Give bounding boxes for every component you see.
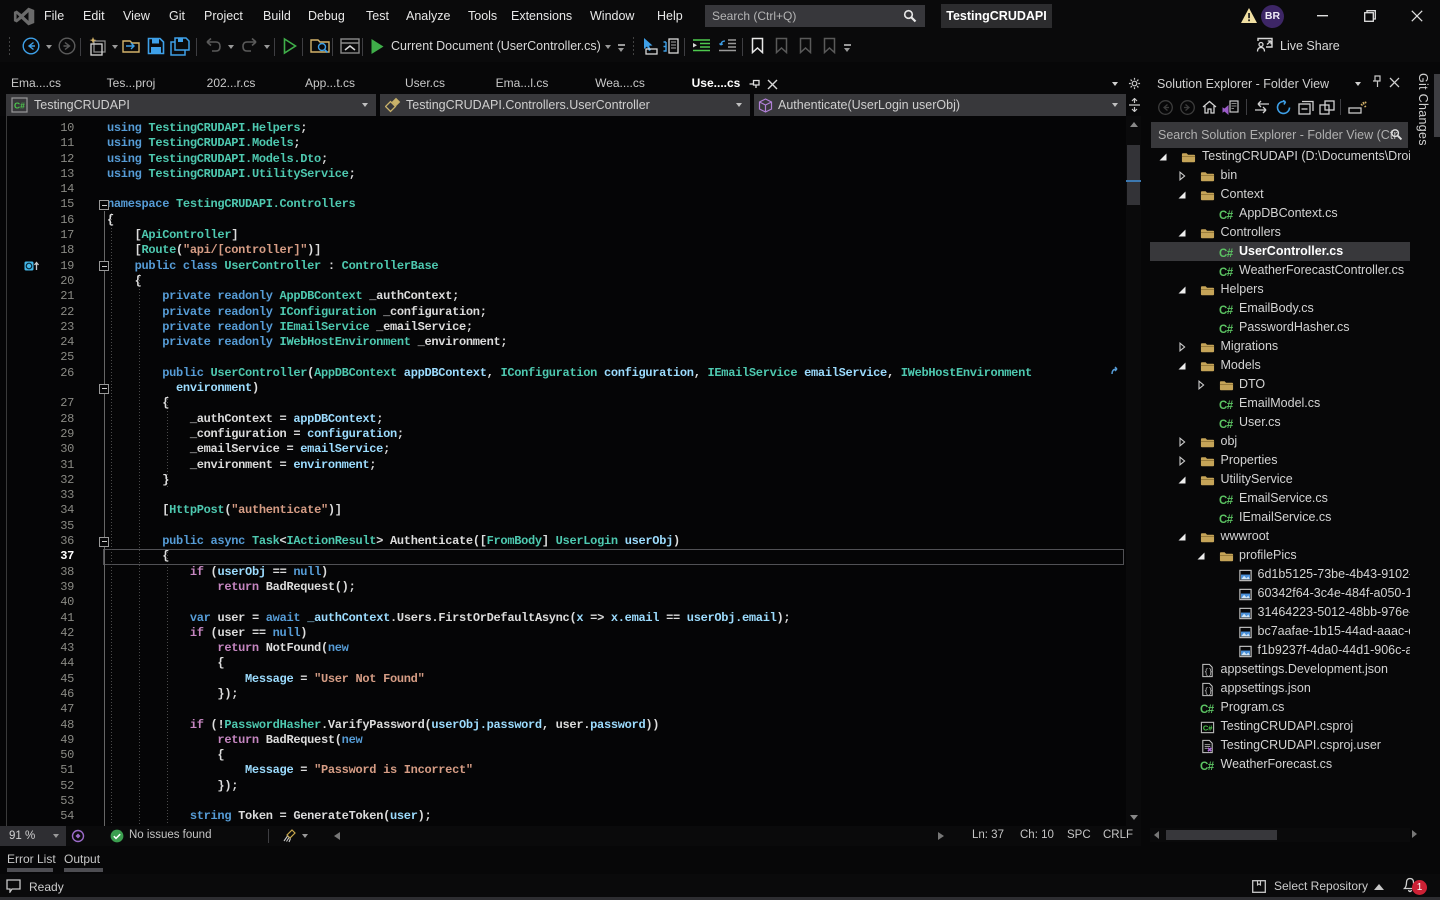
svg-text:{}: {} (1204, 687, 1212, 695)
svg-text:C#: C# (14, 101, 25, 111)
svg-text:{}: {} (1204, 668, 1212, 676)
svg-text:C#: C# (1203, 723, 1213, 732)
